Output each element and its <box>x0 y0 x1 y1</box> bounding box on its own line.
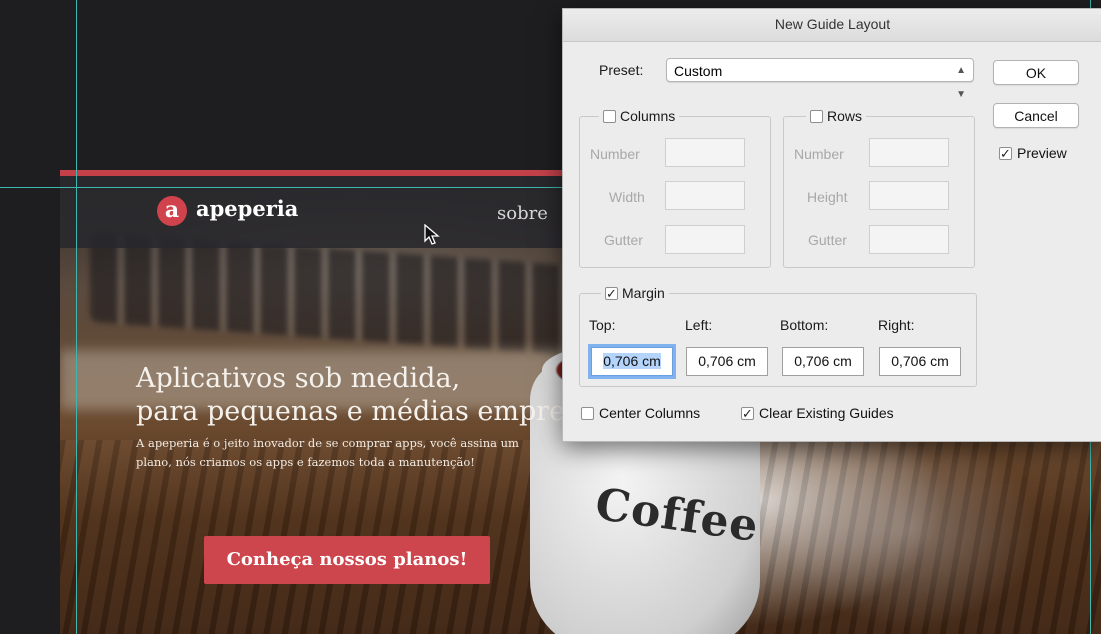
hero-subtitle-line-2: plano, nós criamos os apps e fazemos tod… <box>136 455 475 469</box>
margin-right-label: Right: <box>878 317 915 333</box>
margin-bottom-field[interactable]: 0,706 cm <box>782 347 864 376</box>
columns-legend[interactable]: Columns <box>599 108 680 124</box>
preset-select[interactable]: Custom ▲ ▼ <box>666 58 974 100</box>
clear-guides-row[interactable]: ✓ Clear Existing Guides <box>741 405 894 421</box>
preview-checkbox[interactable]: ✓ <box>999 146 1012 160</box>
hero-title-line-1: Aplicativos sob medida, <box>136 363 461 394</box>
cta-button[interactable]: Conheça nossos planos! <box>204 536 490 584</box>
rows-number-field <box>869 138 949 167</box>
rows-height-label: Height <box>807 189 848 205</box>
rows-number-label: Number <box>794 146 844 162</box>
preview-label: Preview <box>1017 145 1067 161</box>
clear-guides-label: Clear Existing Guides <box>759 405 894 421</box>
keyboard-image <box>90 231 610 359</box>
site-logo-icon: a <box>157 196 187 226</box>
site-brand-name: apeperia <box>196 196 299 221</box>
columns-number-label: Number <box>590 146 640 162</box>
columns-gutter-field <box>665 225 745 254</box>
columns-width-label: Width <box>609 189 645 205</box>
rows-legend[interactable]: Rows <box>806 108 867 124</box>
rows-label: Rows <box>827 108 863 124</box>
cancel-button[interactable]: Cancel <box>993 103 1079 128</box>
center-columns-checkbox[interactable] <box>581 406 594 420</box>
hero-title: Aplicativos sob medida, para pequenas e … <box>136 362 618 428</box>
rows-checkbox[interactable] <box>810 109 823 123</box>
dialog-title: New Guide Layout <box>563 9 1101 42</box>
center-columns-label: Center Columns <box>599 405 701 421</box>
margin-top-value: 0,706 cm <box>603 353 661 369</box>
margin-checkbox[interactable]: ✓ <box>605 286 618 300</box>
hero-subtitle-line-1: A apeperia é o jeito inovador de se comp… <box>136 436 519 450</box>
glass-image <box>780 430 1040 630</box>
margin-top-field[interactable]: 0,706 cm <box>591 347 673 376</box>
columns-gutter-label: Gutter <box>604 232 643 248</box>
hero-subtitle: A apeperia é o jeito inovador de se comp… <box>136 434 616 472</box>
preset-label: Preset: <box>599 62 644 78</box>
margin-top-label: Top: <box>589 317 616 333</box>
columns-checkbox[interactable] <box>603 109 616 123</box>
margin-legend[interactable]: ✓ Margin <box>601 285 669 301</box>
margin-right-field[interactable]: 0,706 cm <box>879 347 961 376</box>
rows-gutter-field <box>869 225 949 254</box>
margin-bottom-label: Bottom: <box>780 317 829 333</box>
center-columns-row[interactable]: Center Columns <box>581 405 700 421</box>
clear-guides-checkbox[interactable]: ✓ <box>741 406 754 420</box>
ok-button[interactable]: OK <box>993 60 1079 85</box>
columns-width-field <box>665 181 745 210</box>
select-arrows-icon: ▲ ▼ <box>956 65 966 100</box>
preset-value: Custom <box>674 63 723 79</box>
site-nav-link-sobre[interactable]: sobre <box>497 203 548 224</box>
preview-checkbox-row[interactable]: ✓ Preview <box>999 145 1067 161</box>
columns-label: Columns <box>620 108 676 124</box>
vertical-guide-left[interactable] <box>76 0 77 634</box>
mouse-pointer-icon <box>424 224 440 245</box>
margin-left-label: Left: <box>685 317 713 333</box>
new-guide-layout-dialog: New Guide Layout Preset: Custom ▲ ▼ OK Ca… <box>562 8 1101 442</box>
margin-label: Margin <box>622 285 665 301</box>
rows-gutter-label: Gutter <box>808 232 847 248</box>
hero-title-line-2: para pequenas e médias empresas. <box>136 396 618 427</box>
margin-left-field[interactable]: 0,706 cm <box>686 347 768 376</box>
columns-number-field <box>665 138 745 167</box>
rows-height-field <box>869 181 949 210</box>
